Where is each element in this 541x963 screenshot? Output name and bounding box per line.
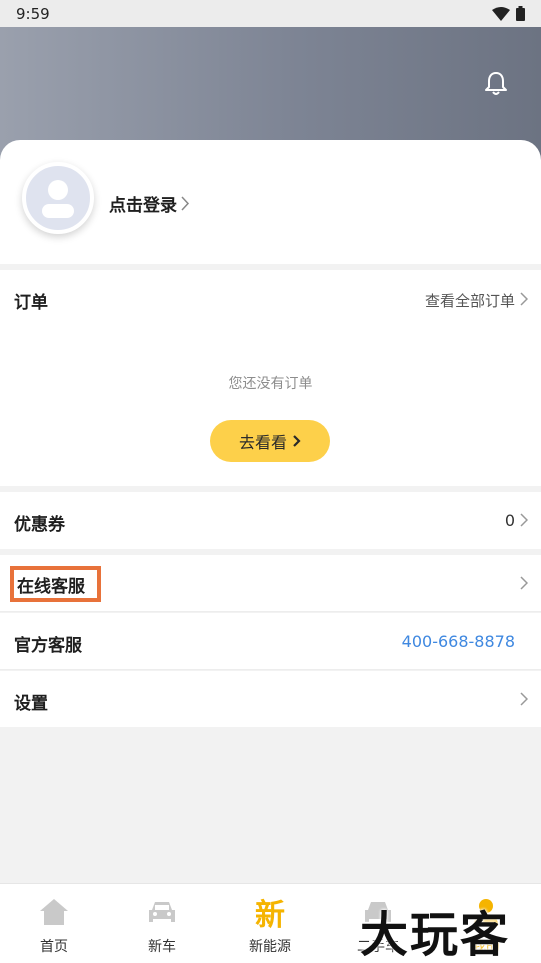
tab-home[interactable]: 首页 (0, 884, 108, 963)
login-link[interactable]: 点击登录 (109, 191, 190, 216)
chevron-right-icon (520, 292, 528, 306)
tab-new-car-label: 新车 (148, 939, 176, 955)
empty-orders-text: 您还没有订单 (228, 376, 313, 392)
chevron-right-icon (181, 196, 190, 211)
chevron-right-icon (293, 435, 301, 447)
orders-title: 订单 (14, 293, 48, 313)
car-icon (149, 902, 175, 922)
login-label: 点击登录 (109, 196, 177, 216)
status-bar: 9:59 (0, 0, 541, 27)
wifi-icon (492, 6, 510, 21)
battery-icon (516, 6, 525, 21)
tab-new-energy[interactable]: 新 新能源 (216, 884, 324, 963)
tab-new-energy-label: 新能源 (249, 939, 291, 955)
go-browse-button[interactable]: 去看看 (210, 420, 330, 462)
watermark-logo: 大玩客 (360, 907, 511, 963)
coupon-row[interactable]: 优惠券 0 (0, 492, 541, 549)
tab-new-car[interactable]: 新车 (108, 884, 216, 963)
official-service-title: 官方客服 (14, 636, 82, 656)
orders-section: 订单 查看全部订单 您还没有订单 去看看 (0, 270, 541, 486)
xin-icon: 新 (255, 898, 285, 933)
chevron-right-icon (520, 576, 528, 590)
official-service-row[interactable]: 官方客服 400-668-8878 (0, 613, 541, 670)
go-browse-label: 去看看 (238, 433, 287, 452)
settings-row[interactable]: 设置 (0, 671, 541, 727)
home-icon (40, 899, 68, 925)
chevron-right-icon (520, 513, 528, 527)
avatar[interactable] (22, 162, 94, 234)
status-time: 9:59 (16, 5, 50, 23)
online-service-row[interactable]: 在线客服 (0, 555, 541, 612)
coupon-title: 优惠券 (14, 515, 65, 535)
view-all-orders-link[interactable]: 查看全部订单 (425, 290, 515, 311)
tab-home-label: 首页 (40, 939, 68, 955)
chevron-right-icon (520, 692, 528, 706)
settings-title: 设置 (14, 694, 48, 714)
coupon-count: 0 (504, 511, 515, 530)
online-service-title: 在线客服 (17, 577, 85, 597)
status-icons (492, 6, 525, 21)
profile-card: 点击登录 (0, 140, 541, 264)
hotline-phone[interactable]: 400-668-8878 (402, 632, 515, 651)
user-avatar-icon (42, 180, 74, 218)
bell-icon[interactable] (484, 71, 508, 97)
